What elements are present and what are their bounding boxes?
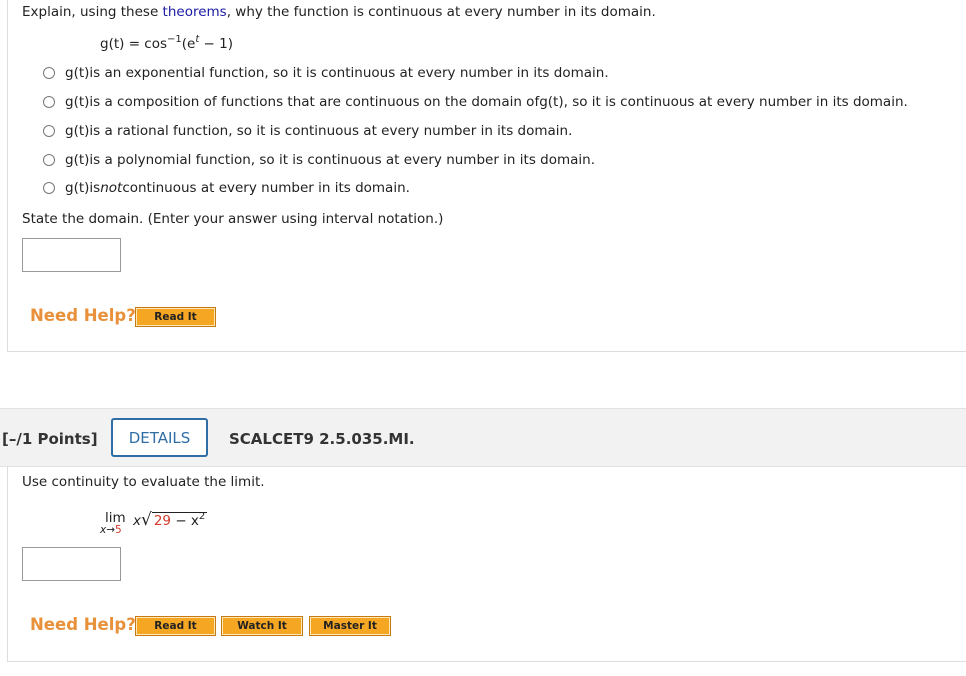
- radio-button[interactable]: [43, 154, 55, 166]
- radicand-rest: − x: [171, 513, 199, 529]
- prompt-suffix: , why the function is continuous at ever…: [226, 4, 656, 20]
- sqrt-symbol: √: [141, 510, 152, 530]
- question-1-panel: [7, 0, 966, 352]
- read-it-button-2[interactable]: Read It: [135, 616, 216, 636]
- need-help-label: Need Help?: [30, 306, 136, 325]
- option-fn: g(t): [65, 152, 90, 168]
- option-fn-2: g(t): [539, 94, 564, 110]
- lim-arrow: →: [106, 524, 116, 536]
- option-emphasis: not: [100, 180, 123, 196]
- question-1-prompt: Explain, using these theorems, why the f…: [22, 4, 656, 20]
- limit-body: x√ 29 − x2: [133, 510, 208, 530]
- radicand-number: 29: [153, 513, 172, 529]
- domain-prompt: State the domain. (Enter your answer usi…: [22, 211, 444, 227]
- option-text: is a composition of functions that are c…: [89, 94, 540, 110]
- need-help-label-2: Need Help?: [30, 615, 136, 634]
- option-fn: g(t): [65, 65, 90, 81]
- option-not-continuous[interactable]: g(t) is not continuous at every number i…: [43, 178, 410, 198]
- option-text-2: continuous at every number in its domain…: [122, 180, 410, 196]
- radio-button[interactable]: [43, 96, 55, 108]
- question-2-header: [–/1 Points] DETAILS SCALCET9 2.5.035.MI…: [0, 408, 966, 467]
- option-rational[interactable]: g(t) is a rational function, so it is co…: [43, 121, 572, 141]
- details-button[interactable]: DETAILS: [111, 418, 208, 457]
- domain-answer-input[interactable]: [22, 238, 121, 272]
- radio-button[interactable]: [43, 125, 55, 137]
- master-it-button[interactable]: Master It: [309, 616, 391, 636]
- option-polynomial[interactable]: g(t) is a polynomial function, so it is …: [43, 150, 595, 170]
- formula-exponent-t: t: [195, 34, 200, 45]
- option-text: is a polynomial function, so it is conti…: [89, 152, 595, 168]
- lim-value: 5: [115, 524, 122, 536]
- points-label: [–/1 Points]: [2, 430, 98, 448]
- prompt-prefix: Explain, using these: [22, 4, 163, 20]
- option-exponential[interactable]: g(t) is an exponential function, so it i…: [43, 63, 609, 83]
- option-fn: g(t): [65, 123, 90, 139]
- option-text-2: , so it is continuous at every number in…: [563, 94, 908, 110]
- watch-it-button[interactable]: Watch It: [221, 616, 303, 636]
- option-text: is: [89, 180, 101, 196]
- option-text: is a rational function, so it is continu…: [89, 123, 573, 139]
- option-text: is an exponential function, so it is con…: [89, 65, 609, 81]
- radicand-exponent: 2: [198, 511, 206, 522]
- limit-answer-input[interactable]: [22, 547, 121, 581]
- option-fn: g(t): [65, 94, 90, 110]
- option-composition[interactable]: g(t) is a composition of functions that …: [43, 92, 908, 112]
- formula-rhs: − 1): [199, 36, 234, 52]
- lim-subscript: x→5: [100, 524, 122, 536]
- read-it-button[interactable]: Read It: [135, 307, 216, 327]
- question-code: SCALCET9 2.5.035.MI.: [229, 430, 415, 448]
- theorems-link[interactable]: theorems: [163, 4, 227, 20]
- radicand: 29 − x2: [151, 511, 208, 529]
- limit-x: x: [133, 513, 141, 529]
- formula-mid: (e: [181, 36, 196, 52]
- radio-button[interactable]: [43, 182, 55, 194]
- function-formula: g(t) = cos−1(et − 1): [100, 34, 234, 52]
- question-2-prompt: Use continuity to evaluate the limit.: [22, 474, 265, 490]
- radio-button[interactable]: [43, 67, 55, 79]
- option-fn: g(t): [65, 180, 90, 196]
- formula-inverse-exponent: −1: [167, 34, 182, 45]
- formula-lhs: g(t) = cos: [100, 36, 168, 52]
